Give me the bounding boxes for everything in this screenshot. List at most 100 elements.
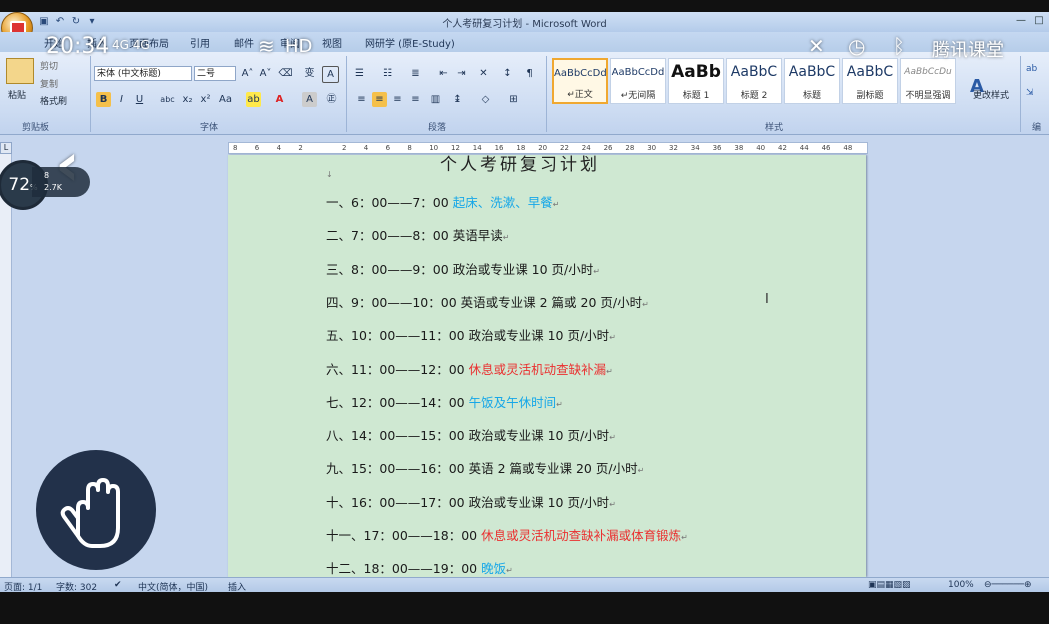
style-normal[interactable]: AaBbCcDd ↵正文 [552, 58, 608, 104]
cut-button[interactable]: 剪切 [40, 59, 58, 72]
document-line[interactable]: 八、14：00——15：00 政治或专业课 10 页/小时↵ [326, 425, 616, 444]
underline-button[interactable]: U [132, 92, 147, 107]
borders-icon[interactable]: ⊞ [506, 92, 521, 107]
save-icon[interactable]: ▣ [38, 16, 50, 28]
document-line[interactable]: 十、16：00——17：00 政治或专业课 10 页/小时↵ [326, 492, 616, 511]
align-left-icon[interactable]: ≡ [354, 92, 369, 107]
time-slot: 八、14：00——15：00 [326, 428, 469, 444]
raise-hand-button[interactable] [36, 450, 156, 570]
screen-bottom-strip [0, 592, 1049, 624]
italic-button[interactable]: I [114, 92, 129, 107]
sort-icon[interactable]: ↕ [500, 66, 515, 81]
paragraph-mark: ↵ [642, 299, 649, 309]
justify-icon[interactable]: ≡ [408, 92, 423, 107]
zoom-level[interactable]: 100% [948, 580, 974, 590]
zoom-slider[interactable]: ⊖──────⊕ [984, 580, 1032, 590]
numbering-icon[interactable]: ☷ [380, 66, 395, 81]
style-title[interactable]: AaBbC 标题 [784, 58, 840, 104]
undo-icon[interactable]: ↶ [54, 16, 66, 28]
enclose-char-icon[interactable]: ㊣ [324, 92, 339, 107]
document-line[interactable]: 十二、18：00——19：00 晚饭↵ [326, 558, 513, 577]
shrink-font-icon[interactable]: A˅ [258, 66, 273, 81]
divider [546, 56, 547, 132]
line-spacing-icon[interactable]: ↨ [450, 92, 465, 107]
distributed-icon[interactable]: ▥ [428, 92, 443, 107]
superscript-button[interactable]: x² [198, 92, 213, 107]
redo-icon[interactable]: ↻ [70, 16, 82, 28]
ruler-tick: 40 [756, 144, 766, 152]
paragraph-mark: ↵ [502, 233, 510, 243]
tab-selector[interactable]: L [0, 142, 12, 154]
strikethrough-button[interactable]: abc [160, 92, 175, 107]
document-line[interactable]: 六、11：00——12：00 休息或灵活机动查缺补漏↵ [326, 359, 613, 378]
font-name-combo[interactable]: 宋体 (中文标题) [94, 66, 192, 81]
style-no-spacing[interactable]: AaBbCcDd ↵无间隔 [610, 58, 666, 104]
document-line[interactable]: 二、7：00——8：00 英语早读↵ [326, 225, 509, 244]
font-group-label: 字体 [200, 123, 219, 133]
minimize-button[interactable]: — [1012, 14, 1030, 28]
format-painter-button[interactable]: 格式刷 [40, 94, 67, 107]
find-icon[interactable]: ab [1026, 64, 1037, 74]
styles-group-label: 样式 [765, 123, 784, 133]
time-slot: 十、16：00——17：00 [326, 494, 469, 510]
document-line[interactable]: 七、12：00——14：00 午饭及午休时间↵ [326, 392, 563, 411]
time-slot: 六、11：00——12：00 [326, 361, 469, 377]
copy-button[interactable]: 复制 [40, 77, 58, 90]
multilevel-list-icon[interactable]: ≣ [408, 66, 423, 81]
subscript-button[interactable]: x₂ [180, 92, 195, 107]
network-speed: 8 2.7K [32, 167, 90, 197]
paragraph-mark: ↵ [606, 366, 613, 376]
document-line[interactable]: 三、8：00——9：00 政治或专业课 10 页/小时↵ [326, 259, 600, 278]
ruler-tick: 38 [734, 144, 744, 152]
document-line[interactable]: 九、15：00——16：00 英语 2 篇或专业课 20 页/小时↵ [326, 458, 644, 477]
qat-dropdown-icon[interactable]: ▾ [86, 16, 98, 28]
style-subtle-emphasis[interactable]: AaBbCcDu 不明显强调 [900, 58, 956, 104]
view-buttons[interactable]: ▣▤▦▧▨ [868, 580, 911, 590]
font-color-icon[interactable]: A [272, 92, 287, 107]
font-size-combo[interactable]: 二号 [194, 66, 236, 81]
increase-indent-icon[interactable]: ⇥ [454, 66, 469, 81]
char-shading-icon[interactable]: A [302, 92, 317, 107]
tab-estudy[interactable]: 网研学 (原E-Study) [365, 35, 455, 50]
divider [90, 56, 91, 132]
download-speed: 2.7K [44, 183, 62, 192]
time-slot: 十二、18：00——19：00 [326, 561, 482, 577]
grow-font-icon[interactable]: A˄ [240, 66, 255, 81]
show-marks-icon[interactable]: ¶ [522, 66, 537, 81]
chinese-layout-icon[interactable]: ✕ [476, 66, 491, 81]
tab-mailings[interactable]: 邮件 [234, 35, 254, 50]
proofing-icon[interactable]: ✔ [114, 580, 122, 590]
align-center-icon[interactable]: ≡ [372, 92, 387, 107]
decrease-indent-icon[interactable]: ⇤ [436, 66, 451, 81]
style-subtitle[interactable]: AaBbC 副标题 [842, 58, 898, 104]
shading-icon[interactable]: ◇ [478, 92, 493, 107]
activity-text: 英语 2 篇或专业课 20 页/小时 [468, 461, 638, 477]
paste-icon[interactable] [6, 58, 34, 84]
style-sample: AaBbC [730, 64, 778, 80]
change-styles-button[interactable]: 更改样式 [973, 88, 1009, 101]
ruler-tick: 28 [625, 144, 635, 152]
phonetic-guide-icon[interactable]: 变 [302, 66, 317, 81]
paste-button[interactable]: 粘贴 [8, 88, 26, 101]
quick-access-toolbar: ▣ ↶ ↻ ▾ [38, 13, 98, 30]
char-border-icon[interactable]: A [322, 66, 339, 83]
maximize-button[interactable]: □ [1030, 14, 1048, 28]
style-heading-2[interactable]: AaBbC 标题 2 [726, 58, 782, 104]
bullets-icon[interactable]: ☰ [352, 66, 367, 81]
document-line[interactable]: 五、10：00——11：00 政治或专业课 10 页/小时↵ [326, 325, 616, 344]
align-right-icon[interactable]: ≡ [390, 92, 405, 107]
clear-format-icon[interactable]: ⌫ [278, 66, 293, 81]
document-line[interactable]: 十一、17：00——18：00 休息或灵活机动查缺补漏或体育锻炼↵ [326, 525, 688, 544]
style-heading-1[interactable]: AaBb 标题 1 [668, 58, 724, 104]
highlight-icon[interactable]: ab [246, 92, 261, 107]
bold-button[interactable]: B [96, 92, 111, 107]
select-icon[interactable]: ⇲ [1026, 88, 1034, 98]
ruler-tick: 10 [429, 144, 439, 152]
document-line[interactable]: 一、6：00——7：00 起床、洗漱、早餐↵ [326, 192, 559, 211]
tab-view[interactable]: 视图 [322, 35, 342, 50]
wifi-icon: ≋ [258, 34, 275, 58]
document-line[interactable]: 四、9：00——10：00 英语或专业课 2 篇或 20 页/小时↵ [326, 292, 649, 311]
style-name: 不明显强调 [905, 91, 951, 101]
change-case-button[interactable]: Aa [218, 92, 233, 107]
tab-references[interactable]: 引用 [190, 35, 210, 50]
